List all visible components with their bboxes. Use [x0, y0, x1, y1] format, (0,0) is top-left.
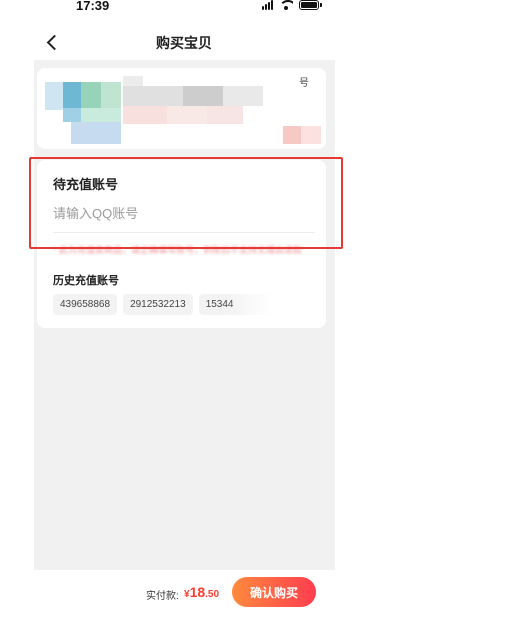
wifi-icon	[279, 0, 293, 10]
product-image-blur	[81, 108, 121, 122]
confirm-buy-button[interactable]: 确认购买	[232, 577, 316, 607]
product-image-blur	[81, 82, 101, 108]
nav-bar: 购买宝贝	[34, 28, 334, 58]
pay-amount: ¥18.50	[184, 584, 219, 602]
product-image-blur	[101, 82, 121, 108]
status-bar: 17:39	[0, 0, 526, 18]
account-section-title: 待充值账号	[53, 177, 119, 192]
product-text-blur	[123, 86, 183, 106]
product-text-blur	[183, 86, 223, 106]
product-card: 号	[37, 68, 326, 149]
status-icons	[262, 0, 322, 10]
account-card: 待充值账号 * 此为充值类商品，请正确填写账号，到账后不支持无理由退款 历史充值…	[37, 160, 326, 328]
history-account-chip[interactable]: 2912532213	[123, 294, 193, 315]
product-price-blur	[283, 126, 301, 144]
signal-icon	[262, 0, 273, 10]
product-text-blur	[123, 106, 167, 124]
product-text-blur	[207, 106, 243, 124]
history-account-chip[interactable]: 15344	[198, 294, 273, 315]
product-text-blur	[223, 86, 263, 106]
page-title: 购买宝贝	[156, 35, 212, 51]
product-text-blur	[123, 76, 143, 86]
history-account-chip[interactable]: 439658868	[53, 294, 118, 315]
product-image-blur	[45, 82, 65, 110]
product-tag: 号	[299, 78, 309, 89]
amount-integer: 18	[189, 584, 206, 600]
status-time: 17:39	[76, 0, 110, 13]
product-image-blur	[71, 122, 121, 144]
divider	[53, 232, 315, 233]
amount-decimal: .50	[205, 589, 220, 600]
qq-account-input[interactable]	[53, 202, 315, 224]
pay-label: 实付款:	[146, 591, 179, 602]
checkout-bar: 实付款: ¥18.50 确认购买	[0, 570, 526, 626]
battery-icon	[299, 0, 322, 10]
history-account-list: 439658868 2912532213 15344	[53, 294, 273, 315]
product-image-blur	[63, 108, 83, 122]
product-price-blur	[301, 126, 321, 144]
history-title: 历史充值账号	[53, 275, 119, 287]
refund-notice: * 此为充值类商品，请正确填写账号，到账后不支持无理由退款	[53, 245, 303, 255]
product-image-blur	[63, 82, 83, 108]
product-text-blur	[167, 106, 207, 124]
